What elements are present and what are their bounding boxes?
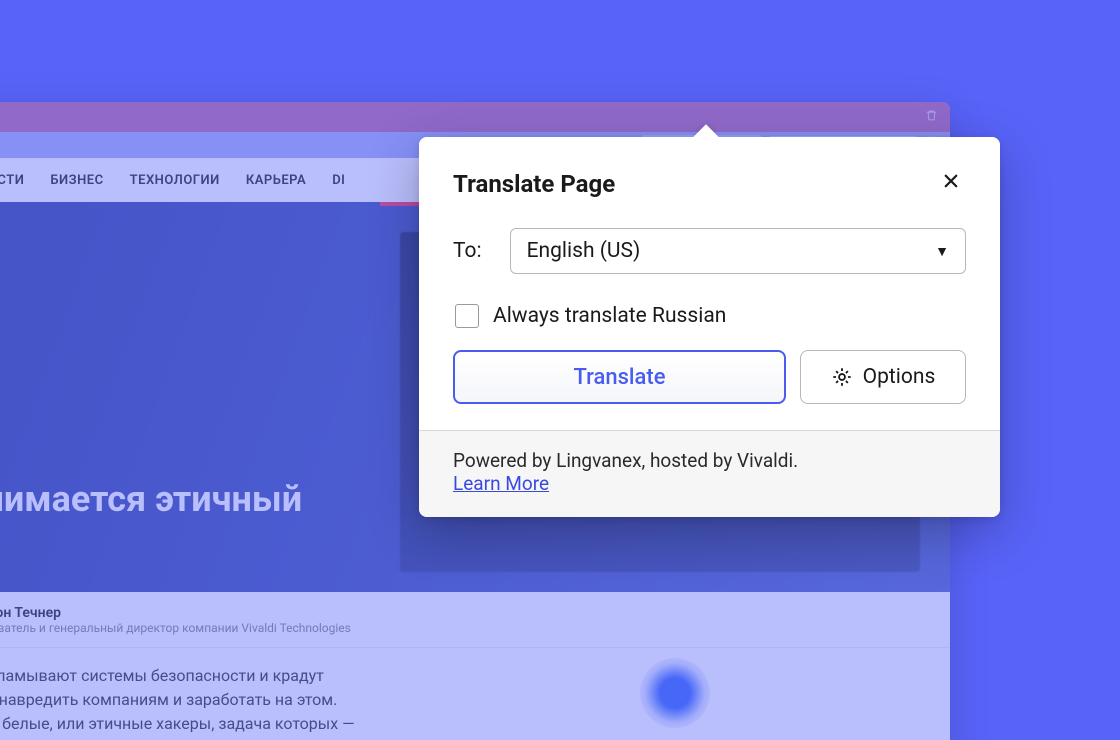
options-label: Options [863, 365, 936, 389]
always-translate-label: Always translate Russian [493, 304, 726, 328]
close-button[interactable] [936, 167, 966, 200]
gear-icon [831, 366, 853, 388]
close-icon [942, 172, 960, 190]
language-select[interactable]: English (US) ▼ [510, 228, 966, 274]
nav-business[interactable]: БИЗНЕС [50, 173, 103, 188]
learn-more-link[interactable]: Learn More [453, 472, 549, 495]
nav-more[interactable]: DI [332, 173, 345, 188]
language-value: English (US) [527, 239, 641, 263]
article-line: еди них есть и белые, или этичные хакеры… [0, 712, 930, 736]
chevron-down-icon: ▼ [935, 243, 949, 260]
translate-popup: Translate Page To: English (US) ▼ Always… [419, 137, 1000, 517]
trash-icon[interactable] [925, 109, 938, 126]
always-translate-checkbox[interactable] [455, 304, 479, 328]
article-line: все хакеры взламывают системы безопаснос… [0, 664, 930, 688]
nav-career[interactable]: КАРЬЕРА [246, 173, 306, 188]
decorative-circle [640, 658, 710, 728]
hero-title: ем занимается этичный ать? [0, 478, 332, 564]
popup-title: Translate Page [453, 170, 615, 198]
author-name: Йон фон Течнер [0, 605, 351, 621]
article-line: нные с целью навредить компаниям и зараб… [0, 688, 930, 712]
article-body: все хакеры взламывают системы безопаснос… [0, 648, 950, 736]
hero-title-line1: ем занимается этичный [0, 478, 302, 520]
author-subtitle: Сооснователь и генеральный директор комп… [0, 621, 351, 635]
to-label: To: [453, 239, 482, 263]
popup-footer: Powered by Lingvanex, hosted by Vivaldi.… [419, 430, 1000, 517]
options-button[interactable]: Options [800, 350, 966, 404]
nav-tech[interactable]: ТЕХНОЛОГИИ [130, 173, 220, 188]
tab-strip: м за + [0, 102, 950, 132]
author-row: Йон фон Течнер Сооснователь и генеральны… [0, 592, 950, 648]
footer-text: Powered by Lingvanex, hosted by Vivaldi. [453, 449, 798, 472]
nav-news[interactable]: НОВОСТИ [0, 173, 24, 188]
translate-button[interactable]: Translate [453, 350, 786, 404]
